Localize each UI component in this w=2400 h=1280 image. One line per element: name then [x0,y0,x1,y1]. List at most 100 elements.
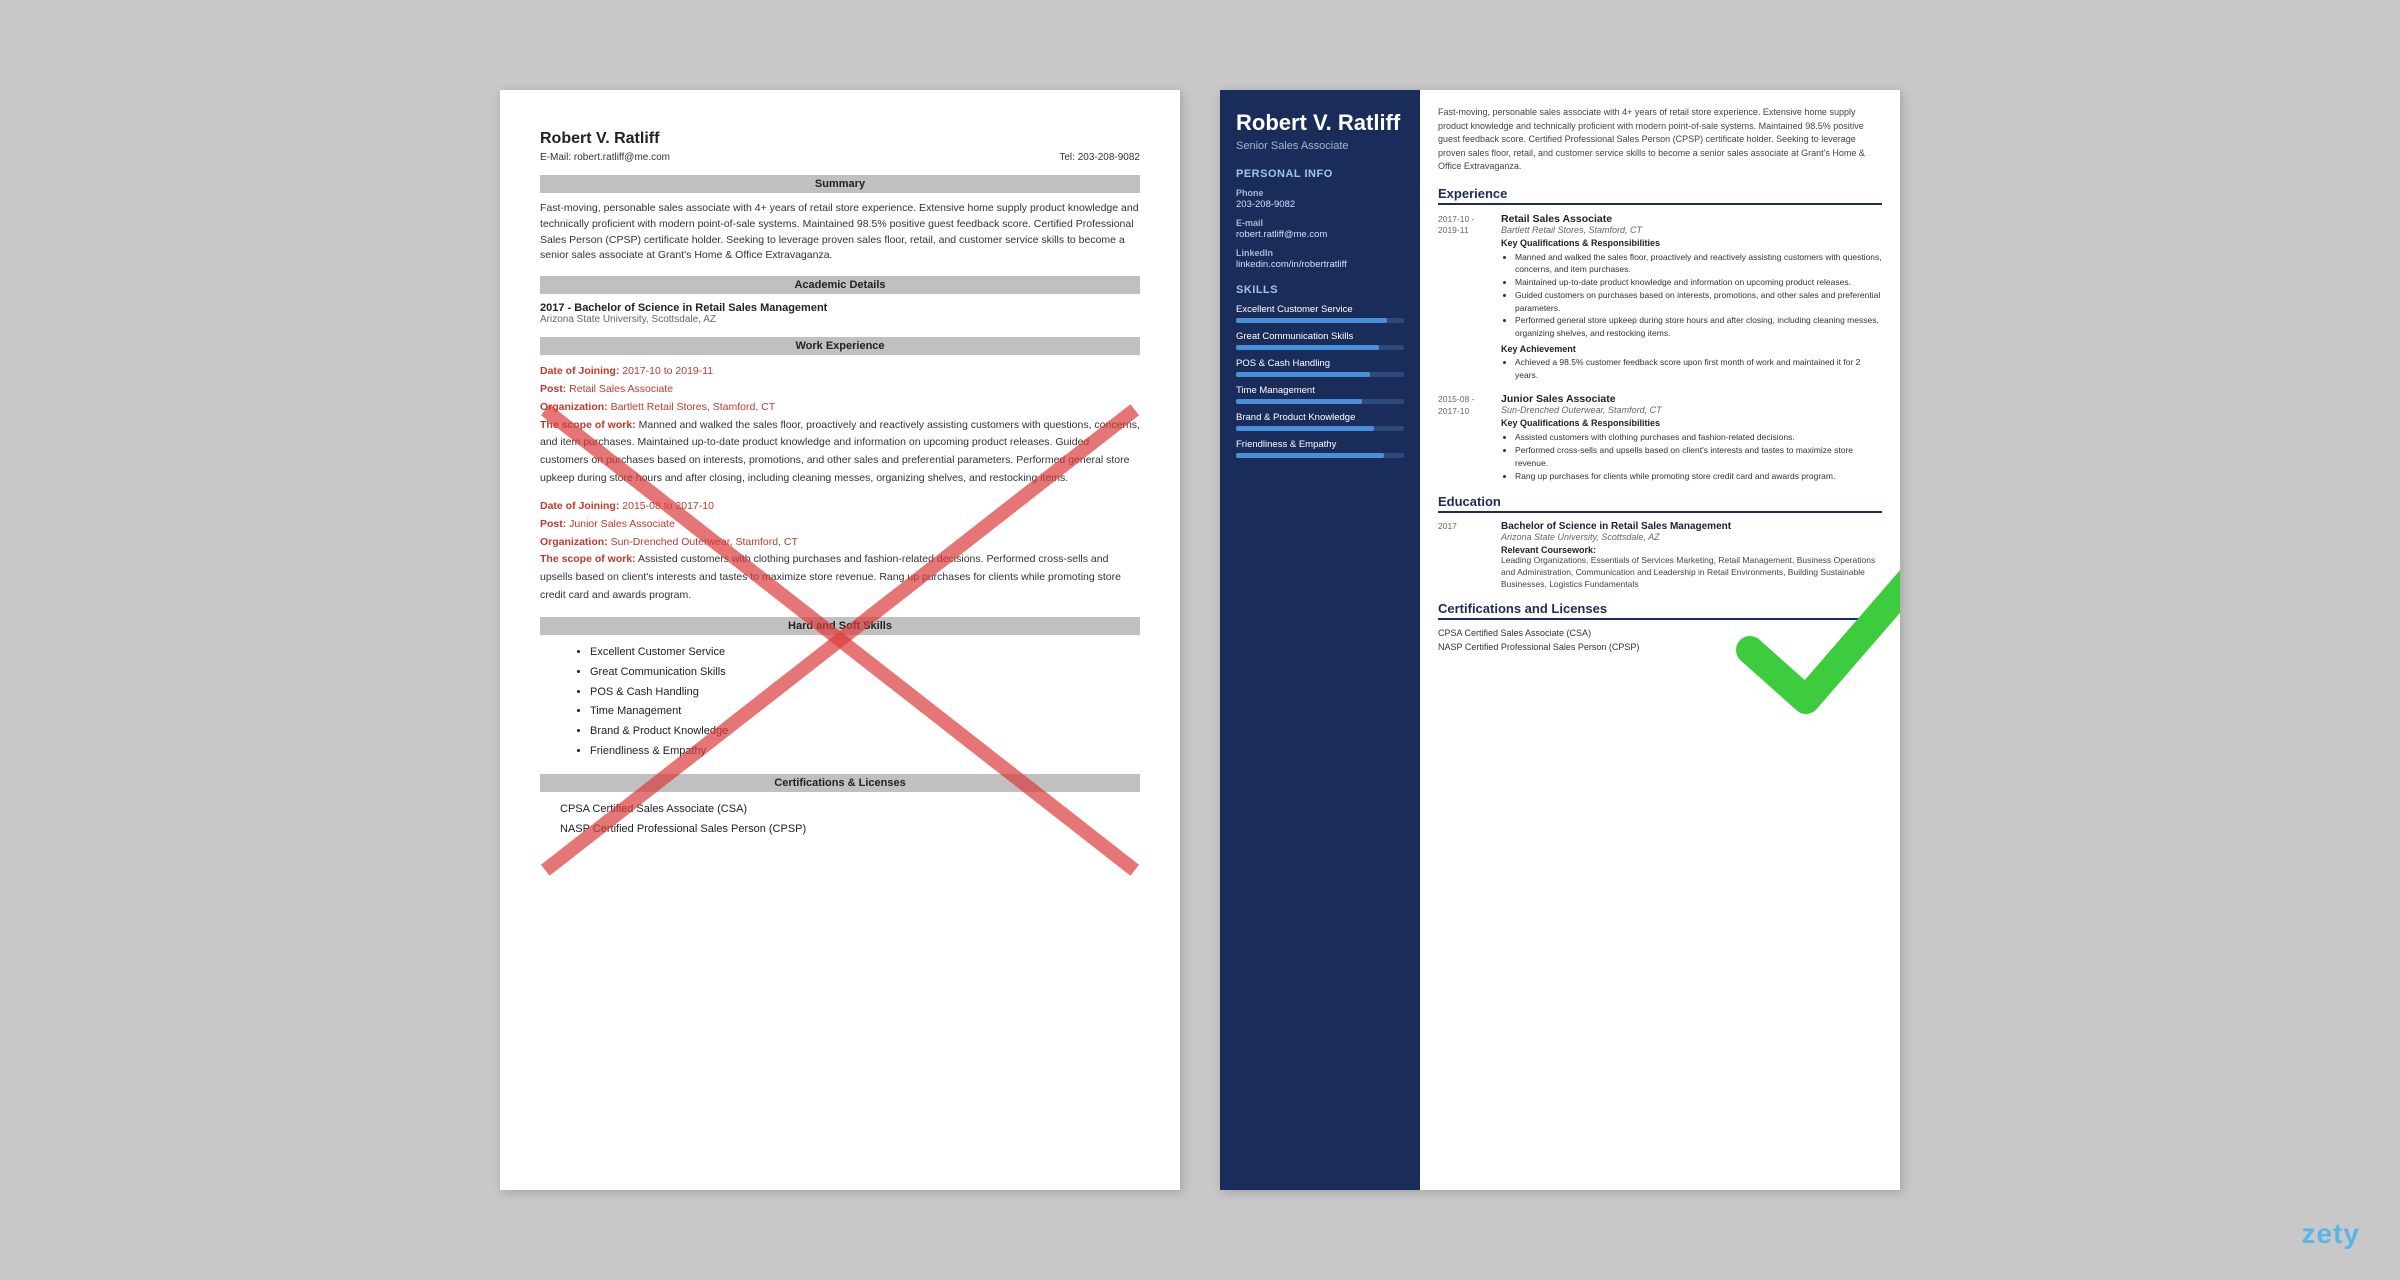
linkedin-label: LinkedIn [1236,248,1404,258]
exp1-b4: Performed general store upkeep during st… [1515,314,1882,340]
skill-bar-fill-1 [1236,345,1379,350]
left-email: E-Mail: robert.ratliff@me.com [540,152,670,163]
left-certs-bar: Certifications & Licenses [540,774,1140,792]
skill-bar-bg-3 [1236,399,1404,404]
left-summary-text: Fast-moving, personable sales associate … [540,201,1140,264]
left-header: Robert V. Ratliff E-Mail: robert.ratliff… [540,130,1140,163]
phone-label: Phone [1236,188,1404,198]
right-title: Senior Sales Associate [1236,140,1404,152]
exp1-bullets: Manned and walked the sales floor, proac… [1501,251,1882,340]
skill-6: Friendliness & Empathy [590,742,1140,762]
exp2-b2: Performed cross-sells and upsells based … [1515,444,1882,470]
work2-scope: The scope of work: Assisted customers wi… [540,551,1140,605]
work1-org: Organization: Bartlett Retail Stores, St… [540,399,1140,417]
right-main: Fast-moving, personable sales associate … [1420,90,1900,1190]
right-cert-1: CPSA Certified Sales Associate (CSA) [1438,628,1882,638]
work1-scope: The scope of work: Manned and walked the… [540,417,1140,488]
exp1-details: Retail Sales Associate Bartlett Retail S… [1501,213,1882,382]
skill-3: POS & Cash Handling [590,683,1140,703]
exp2-date: 2015-08 - 2017-10 [1438,393,1493,482]
skill-bar-bg-2 [1236,372,1404,377]
work2-post: Post: Junior Sales Associate [540,516,1140,534]
left-academic-bar: Academic Details [540,276,1140,294]
skill-bar-fill-0 [1236,318,1387,323]
skill-1: Excellent Customer Service [590,643,1140,663]
edu1-date: 2017 [1438,521,1493,591]
edu1-school: Arizona State University, Scottsdale, AZ [1501,532,1882,542]
email-value: robert.ratliff@me.com [1236,229,1404,240]
exp1-date: 2017-10 - 2019-11 [1438,213,1493,382]
skill-name-5: Friendliness & Empathy [1236,439,1404,450]
skill-bar-bg-5 [1236,453,1404,458]
left-name: Robert V. Ratliff [540,130,1140,148]
edu1-degree: Bachelor of Science in Retail Sales Mana… [1501,521,1882,532]
left-tel: Tel: 203-208-9082 [1059,152,1140,163]
email-label: E-mail [1236,218,1404,228]
exp1-kq-label: Key Qualifications & Responsibilities [1501,238,1882,248]
exp1-a1: Achieved a 98.5% customer feedback score… [1515,356,1882,382]
left-degree: 2017 - Bachelor of Science in Retail Sal… [540,302,1140,314]
skill-bar-fill-5 [1236,453,1384,458]
edu-entry-1: 2017 Bachelor of Science in Retail Sales… [1438,521,1882,591]
left-contact: E-Mail: robert.ratliff@me.com Tel: 203-2… [540,152,1140,163]
work2-org: Organization: Sun-Drenched Outerwear, St… [540,534,1140,552]
skill-bar-bg-4 [1236,426,1404,431]
right-sidebar: Robert V. Ratliff Senior Sales Associate… [1220,90,1420,1190]
phone-value: 203-208-9082 [1236,199,1404,210]
left-school: Arizona State University, Scottsdale, AZ [540,314,1140,325]
linkedin-value: linkedin.com/in/robertratliff [1236,259,1404,270]
left-work-bar: Work Experience [540,337,1140,355]
skill-bar-bg-1 [1236,345,1404,350]
exp-entry-2: 2015-08 - 2017-10 Junior Sales Associate… [1438,393,1882,482]
certs-section: CPSA Certified Sales Associate (CSA) NAS… [1438,628,1882,652]
coursework-label: Relevant Coursework: [1501,545,1882,555]
education-heading: Education [1438,494,1882,513]
exp2-b3: Rang up purchases for clients while prom… [1515,470,1882,483]
skill-bar-bg-0 [1236,318,1404,323]
exp1-achieve-label: Key Achievement [1501,344,1882,354]
left-skills-bar: Hard and Soft Skills [540,617,1140,635]
work1-post: Post: Retail Sales Associate [540,381,1140,399]
exp2-bullets: Assisted customers with clothing purchas… [1501,431,1882,482]
skill-4: Time Management [590,702,1140,722]
exp1-b2: Maintained up-to-date product knowledge … [1515,276,1882,289]
skill-name-3: Time Management [1236,385,1404,396]
exp1-org: Bartlett Retail Stores, Stamford, CT [1501,225,1882,235]
work2-date: Date of Joining: 2015-08 to 2017-10 [540,498,1140,516]
personal-info-label: Personal Info [1236,168,1404,180]
left-skills-list: Excellent Customer Service Great Communi… [540,643,1140,762]
skill-5: Brand & Product Knowledge [590,722,1140,742]
coursework-text: Leading Organizations, Essentials of Ser… [1501,555,1882,591]
exp2-org: Sun-Drenched Outerwear, Stamford, CT [1501,405,1882,415]
experience-heading: Experience [1438,186,1882,205]
right-name: Robert V. Ratliff [1236,110,1404,136]
certs-heading: Certifications and Licenses [1438,601,1882,620]
skill-bar-fill-4 [1236,426,1374,431]
skill-2: Great Communication Skills [590,663,1140,683]
cert-1: CPSA Certified Sales Associate (CSA) [540,800,1140,820]
skill-name-0: Excellent Customer Service [1236,304,1404,315]
exp2-details: Junior Sales Associate Sun-Drenched Oute… [1501,393,1882,482]
exp2-job-title: Junior Sales Associate [1501,393,1882,405]
exp-entry-1: 2017-10 - 2019-11 Retail Sales Associate… [1438,213,1882,382]
right-intro: Fast-moving, personable sales associate … [1438,106,1882,174]
exp1-b3: Guided customers on purchases based on i… [1515,289,1882,315]
zety-watermark: zety [2302,1218,2360,1250]
exp1-job-title: Retail Sales Associate [1501,213,1882,225]
edu1-details: Bachelor of Science in Retail Sales Mana… [1501,521,1882,591]
right-cert-2: NASP Certified Professional Sales Person… [1438,642,1882,652]
work1-date: Date of Joining: 2017-10 to 2019-11 [540,363,1140,381]
cert-2: NASP Certified Professional Sales Person… [540,820,1140,840]
exp2-kq-label: Key Qualifications & Responsibilities [1501,418,1882,428]
skill-name-1: Great Communication Skills [1236,331,1404,342]
exp1-achievements: Achieved a 98.5% customer feedback score… [1501,356,1882,382]
work-entry-2: Date of Joining: 2015-08 to 2017-10 Post… [540,498,1140,605]
left-resume: Robert V. Ratliff E-Mail: robert.ratliff… [500,90,1180,1190]
exp1-b1: Manned and walked the sales floor, proac… [1515,251,1882,277]
skill-name-2: POS & Cash Handling [1236,358,1404,369]
skill-bar-fill-3 [1236,399,1362,404]
work-entry-1: Date of Joining: 2017-10 to 2019-11 Post… [540,363,1140,488]
right-resume: Robert V. Ratliff Senior Sales Associate… [1220,90,1900,1190]
skill-name-4: Brand & Product Knowledge [1236,412,1404,423]
skills-label: Skills [1236,284,1404,296]
